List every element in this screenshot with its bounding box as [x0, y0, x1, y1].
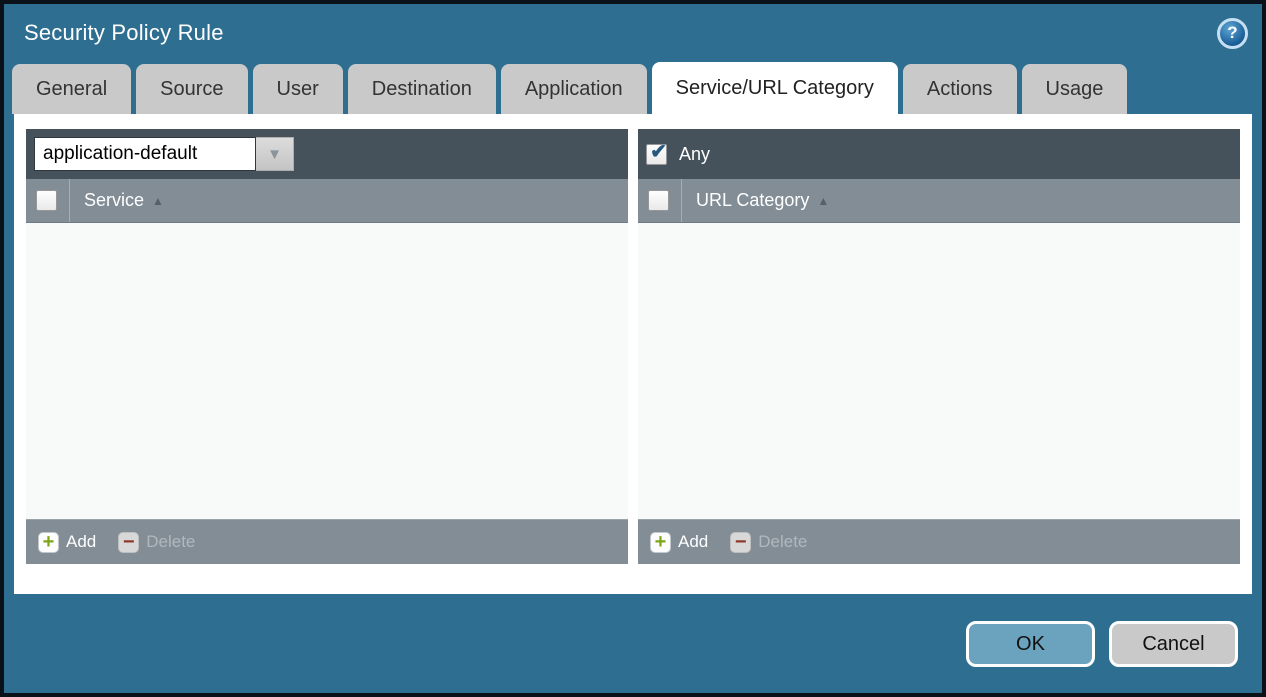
url-category-delete-label: Delete	[758, 532, 807, 552]
add-icon: +	[38, 532, 59, 553]
cancel-button[interactable]: Cancel	[1109, 621, 1238, 667]
help-icon-glyph: ?	[1227, 23, 1237, 43]
url-category-column-header: URL Category ▲	[638, 179, 1240, 223]
sort-ascending-icon[interactable]: ▲	[152, 194, 164, 208]
service-add-button[interactable]: + Add	[38, 532, 96, 553]
title-bar: Security Policy Rule ?	[4, 4, 1262, 62]
ok-button[interactable]: OK	[966, 621, 1095, 667]
service-delete-label: Delete	[146, 532, 195, 552]
delete-icon: −	[730, 532, 751, 553]
dialog-title: Security Policy Rule	[24, 20, 224, 46]
tab-actions[interactable]: Actions	[903, 64, 1017, 114]
panels-row: application-default ▼ Service ▲	[26, 129, 1240, 564]
help-icon[interactable]: ?	[1217, 18, 1248, 49]
url-category-panel: ✔ Any URL Category ▲ + Add	[638, 129, 1240, 564]
url-category-add-label: Add	[678, 532, 708, 552]
url-category-panel-topbar: ✔ Any	[638, 129, 1240, 179]
url-category-any-label: Any	[679, 144, 710, 165]
service-delete-button[interactable]: − Delete	[118, 532, 195, 553]
service-select-all-cell	[36, 179, 70, 222]
url-category-column-label[interactable]: URL Category	[696, 190, 809, 211]
service-column-label[interactable]: Service	[84, 190, 144, 211]
service-add-label: Add	[66, 532, 96, 552]
service-type-dropdown-button[interactable]: ▼	[256, 137, 294, 171]
tab-source[interactable]: Source	[136, 64, 247, 114]
service-panel-topbar: application-default ▼	[26, 129, 628, 179]
delete-icon: −	[118, 532, 139, 553]
service-panel: application-default ▼ Service ▲	[26, 129, 628, 564]
tab-application[interactable]: Application	[501, 64, 647, 114]
service-list-body[interactable]	[26, 223, 628, 519]
tab-user[interactable]: User	[253, 64, 343, 114]
url-category-delete-button[interactable]: − Delete	[730, 532, 807, 553]
add-icon: +	[650, 532, 671, 553]
chevron-down-icon: ▼	[267, 147, 282, 162]
tab-usage[interactable]: Usage	[1022, 64, 1128, 114]
check-icon: ✔	[650, 142, 667, 162]
tab-destination[interactable]: Destination	[348, 64, 496, 114]
service-type-dropdown[interactable]: application-default ▼	[34, 137, 294, 171]
tab-bar: GeneralSourceUserDestinationApplicationS…	[4, 62, 1262, 114]
url-category-panel-footer: + Add − Delete	[638, 519, 1240, 564]
security-policy-rule-dialog: Security Policy Rule ? GeneralSourceUser…	[0, 0, 1266, 697]
url-category-select-all-cell	[648, 179, 682, 222]
content-area: application-default ▼ Service ▲	[14, 114, 1252, 594]
url-category-any-checkbox[interactable]: ✔	[646, 144, 667, 165]
service-type-dropdown-value[interactable]: application-default	[34, 137, 256, 171]
service-panel-footer: + Add − Delete	[26, 519, 628, 564]
url-category-add-button[interactable]: + Add	[650, 532, 708, 553]
url-category-list-body[interactable]	[638, 223, 1240, 519]
service-select-all-checkbox[interactable]	[36, 190, 57, 211]
sort-ascending-icon[interactable]: ▲	[817, 194, 829, 208]
tab-service-url-category[interactable]: Service/URL Category	[652, 62, 898, 114]
service-column-header: Service ▲	[26, 179, 628, 223]
tab-general[interactable]: General	[12, 64, 131, 114]
dialog-footer: OK Cancel	[4, 594, 1262, 693]
url-category-select-all-checkbox[interactable]	[648, 190, 669, 211]
